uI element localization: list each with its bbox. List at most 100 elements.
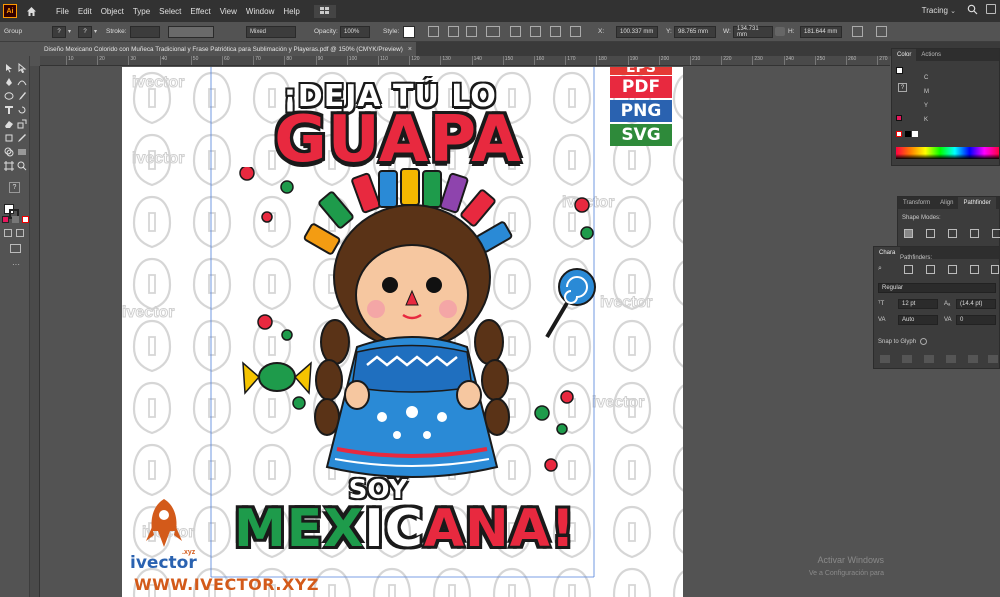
curvature-tool-icon[interactable] xyxy=(16,76,28,88)
edit-contents-icon[interactable] xyxy=(550,26,561,37)
channel-k-row[interactable]: K xyxy=(904,113,934,127)
kerning-field[interactable]: Auto xyxy=(898,315,938,325)
artboard-tool-icon[interactable] xyxy=(3,160,15,172)
outline-icon[interactable] xyxy=(991,265,999,274)
expand-icon[interactable] xyxy=(992,229,1000,238)
snap-xheight-icon[interactable] xyxy=(902,355,912,363)
fill-indicator[interactable] xyxy=(896,67,903,74)
none-mode-icon[interactable] xyxy=(22,216,29,223)
opacity-field[interactable]: 100% xyxy=(340,25,370,38)
menu-effect[interactable]: Effect xyxy=(190,7,210,16)
snap-anchor-icon[interactable] xyxy=(988,355,998,363)
eraser-tool-icon[interactable] xyxy=(3,118,15,130)
home-icon[interactable] xyxy=(25,5,37,17)
document-tab[interactable]: Diseño Mexicano Colorido con Muñeca Trad… xyxy=(40,42,416,56)
fill-color-chip[interactable] xyxy=(896,115,902,121)
canvas[interactable]: ivector ivector ivector ivector ivector … xyxy=(41,67,890,597)
screen-mode-icon[interactable] xyxy=(10,244,21,253)
w-field[interactable]: 134.731 mm xyxy=(733,25,773,38)
gradient-tool-icon[interactable] xyxy=(16,146,28,158)
channel-y-row[interactable]: Y xyxy=(904,99,934,113)
align-left-icon[interactable] xyxy=(570,26,581,37)
snap-bounds-icon[interactable] xyxy=(924,355,934,363)
snap-baseline-icon[interactable] xyxy=(880,355,890,363)
isolate-icon[interactable] xyxy=(486,26,500,37)
variable-width-field[interactable] xyxy=(168,25,214,38)
minus-front-icon[interactable] xyxy=(926,229,935,238)
channel-c-row[interactable]: C xyxy=(904,71,934,85)
divide-icon[interactable] xyxy=(904,265,913,274)
stroke-weight-field[interactable] xyxy=(130,25,160,38)
menu-file[interactable]: File xyxy=(56,7,69,16)
menu-select[interactable]: Select xyxy=(159,7,181,16)
tab-align[interactable]: Align xyxy=(935,197,958,209)
color-spectrum[interactable] xyxy=(896,147,999,159)
trim-icon[interactable] xyxy=(926,265,935,274)
close-icon[interactable]: × xyxy=(408,46,412,53)
type-tool-icon[interactable] xyxy=(3,104,15,116)
image-trace-icon[interactable] xyxy=(530,26,541,37)
menu-type[interactable]: Type xyxy=(133,7,150,16)
fill-swatch[interactable]: ? xyxy=(52,25,66,38)
eyedropper-tool-icon[interactable] xyxy=(16,132,28,144)
ruler-vertical[interactable] xyxy=(30,66,40,597)
white-swatch[interactable] xyxy=(912,131,918,137)
unite-icon[interactable] xyxy=(904,229,913,238)
scale-tool-icon[interactable] xyxy=(16,118,28,130)
black-swatch[interactable] xyxy=(905,131,911,137)
chevron-down-icon[interactable]: ▾ xyxy=(94,28,97,35)
channel-m-row[interactable]: M xyxy=(904,85,934,99)
ruler-horizontal[interactable]: 10 20 30 40 50 60 70 80 90 100 110 120 130 140 150 160 1… xyxy=(40,56,890,66)
edit-toolbar-icon[interactable]: ? xyxy=(9,182,20,193)
tab-color[interactable]: Color xyxy=(892,49,917,61)
h-field[interactable]: 181.644 mm xyxy=(800,25,842,38)
color-mode-icon[interactable] xyxy=(2,216,9,223)
menu-view[interactable]: View xyxy=(220,7,237,16)
rotate-tool-icon[interactable] xyxy=(16,104,28,116)
gradient-mode-icon[interactable] xyxy=(12,216,19,223)
intersect-icon[interactable] xyxy=(948,229,957,238)
workspace-switcher-button[interactable] xyxy=(313,4,336,18)
tab-transform[interactable]: Transform xyxy=(898,197,935,209)
menu-edit[interactable]: Edit xyxy=(78,7,92,16)
workspace-label[interactable]: Tracing xyxy=(922,6,948,15)
x-field[interactable]: 100.337 mm xyxy=(616,25,658,38)
draw-inside-icon[interactable] xyxy=(16,229,24,237)
reference-point-icon[interactable] xyxy=(852,26,863,37)
align-icon[interactable] xyxy=(428,26,439,37)
selection-tool-icon[interactable] xyxy=(3,62,15,74)
tracking-field[interactable]: 0 xyxy=(956,315,996,325)
menu-help[interactable]: Help xyxy=(283,7,299,16)
free-transform-tool-icon[interactable] xyxy=(3,132,15,144)
shape-builder-tool-icon[interactable] xyxy=(3,146,15,158)
leading-field[interactable]: (14.4 pt) xyxy=(956,299,996,309)
search-icon[interactable]: ⌕ xyxy=(878,265,882,273)
artboard[interactable]: ivector ivector ivector ivector ivector … xyxy=(122,67,683,597)
font-size-field[interactable]: 12 pt xyxy=(898,299,938,309)
crop-icon[interactable] xyxy=(970,265,979,274)
window-control-icon[interactable] xyxy=(986,4,996,14)
tab-character[interactable]: Chara xyxy=(874,247,901,259)
menu-window[interactable]: Window xyxy=(246,7,274,16)
none-swatch[interactable] xyxy=(896,131,902,137)
chevron-down-icon[interactable]: ▾ xyxy=(68,28,71,35)
more-tools-icon[interactable]: ··· xyxy=(12,260,20,269)
ellipse-tool-icon[interactable] xyxy=(3,90,15,102)
stroke-swatch[interactable]: ? xyxy=(78,25,92,38)
snap-angular-icon[interactable] xyxy=(968,355,978,363)
distribute-icon[interactable] xyxy=(448,26,459,37)
merge-icon[interactable] xyxy=(948,265,957,274)
zoom-tool-icon[interactable] xyxy=(16,160,28,172)
y-field[interactable]: 98.765 mm xyxy=(674,25,716,38)
search-icon[interactable] xyxy=(967,4,978,17)
tab-pathfinder[interactable]: Pathfinder xyxy=(958,197,996,209)
paintbrush-tool-icon[interactable] xyxy=(16,90,28,102)
graphic-style-swatch[interactable] xyxy=(403,25,415,38)
draw-mode-icon[interactable] xyxy=(4,229,12,237)
link-icon[interactable] xyxy=(775,27,785,36)
pen-tool-icon[interactable] xyxy=(3,76,15,88)
menu-object[interactable]: Object xyxy=(101,7,124,16)
brush-definition-field[interactable]: Mixed xyxy=(246,25,296,38)
direct-selection-tool-icon[interactable] xyxy=(16,62,28,74)
font-style-select[interactable]: Regular xyxy=(878,283,996,293)
